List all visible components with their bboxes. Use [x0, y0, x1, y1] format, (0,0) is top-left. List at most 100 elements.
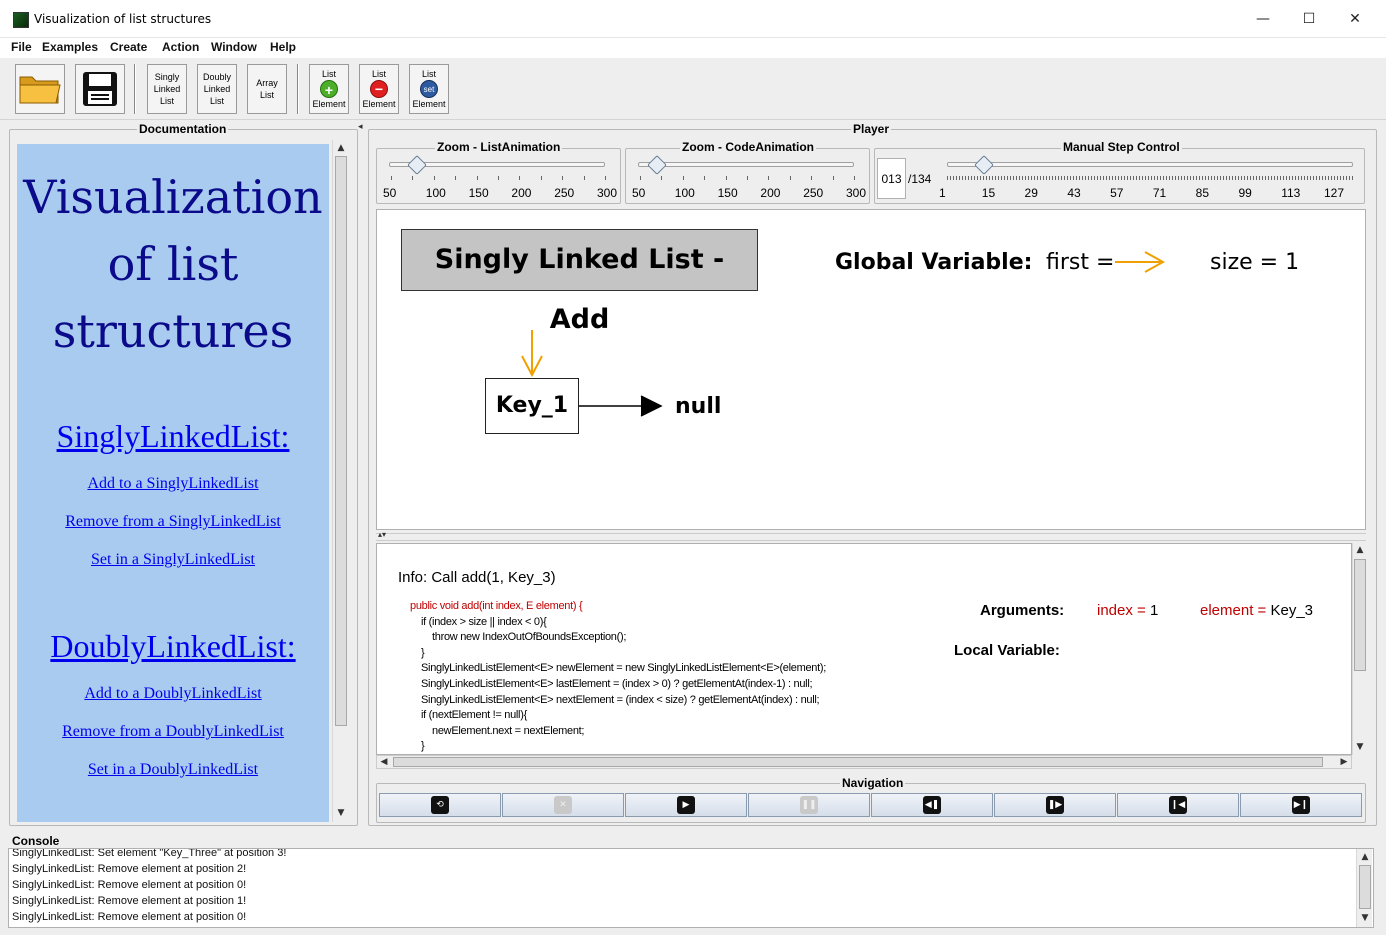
minimize-button[interactable]: — [1240, 4, 1286, 34]
slider-minor-tick [455, 176, 457, 180]
slider-tick-label: 200 [511, 186, 532, 200]
remove-element-button[interactable]: List − Element [359, 64, 399, 114]
scroll-thumb[interactable] [1354, 559, 1366, 671]
skip-start-button[interactable]: ❙◀ [1117, 793, 1239, 817]
scroll-up-icon[interactable]: ▲ [1358, 850, 1372, 864]
split-arrows-icon[interactable]: ▴▾ [378, 530, 386, 539]
singly-section-heading[interactable]: SinglyLinkedList: [17, 418, 329, 455]
app-icon [13, 12, 29, 28]
slider-minor-tick [1304, 176, 1305, 180]
console-scrollbar[interactable]: ▲ ▼ [1356, 849, 1372, 927]
doubly-linked-list-button[interactable]: Doubly Linked List [197, 64, 237, 114]
doubly-section-heading[interactable]: DoublyLinkedList: [17, 628, 329, 665]
menu-create[interactable]: Create [110, 40, 147, 54]
size-label: size = 1 [1210, 250, 1300, 275]
doc-scrollbar[interactable]: ▲ ▼ [332, 140, 348, 822]
slider-minor-tick [1118, 176, 1119, 180]
slider-minor-tick [1208, 176, 1209, 180]
code-line: if (nextElement != null){ [410, 709, 527, 722]
slider-minor-tick [1172, 176, 1173, 180]
remove-element-top-label: List [371, 69, 386, 79]
slider-minor-tick [1010, 176, 1011, 180]
arguments-label: Arguments: [980, 602, 1065, 619]
play-button[interactable]: ▶ [625, 793, 747, 817]
slider-minor-tick [1226, 176, 1227, 180]
slider-tick-label: 85 [1195, 186, 1210, 200]
code-line: if (index > size || index < 0){ [410, 615, 547, 628]
code-hscroll[interactable]: ◀ ▶ [376, 755, 1352, 769]
slider-minor-tick [1061, 176, 1062, 180]
menu-window[interactable]: Window [211, 40, 257, 54]
info-text: Info: Call add(1, Key_3) [398, 569, 556, 586]
slider-minor-tick [1121, 176, 1122, 180]
menu-help[interactable]: Help [270, 40, 296, 54]
arg-element-value: Key_3 [1270, 602, 1314, 619]
slider-minor-tick [498, 176, 499, 180]
argument-index: index = 1 [1097, 602, 1158, 619]
code-animation-canvas: Info: Call add(1, Key_3) public void add… [376, 543, 1352, 755]
slider-minor-tick [1124, 176, 1125, 180]
scroll-down-icon[interactable]: ▼ [1353, 740, 1367, 754]
slider-minor-tick [1037, 176, 1038, 180]
slider-minor-tick [1142, 176, 1143, 180]
open-button[interactable] [15, 64, 65, 114]
step-input[interactable]: 013 [877, 158, 906, 199]
scroll-left-icon[interactable]: ◀ [377, 755, 391, 769]
slider-minor-tick [1301, 176, 1302, 180]
slider-minor-tick [971, 176, 972, 180]
slider-minor-tick [989, 176, 990, 180]
scroll-thumb[interactable] [393, 757, 1323, 767]
slider-minor-tick [1307, 176, 1308, 180]
link-add-singly[interactable]: Add to a SinglyLinkedList [17, 475, 329, 493]
set-element-button[interactable]: List set Element [409, 64, 449, 114]
array-list-button[interactable]: Array List [247, 64, 287, 114]
scroll-thumb[interactable] [1359, 865, 1371, 909]
menu-examples[interactable]: Examples [42, 40, 98, 54]
slider-tick-label: 250 [803, 186, 824, 200]
link-remove-singly[interactable]: Remove from a SinglyLinkedList [17, 513, 329, 531]
code-vscroll[interactable]: ▲ ▼ [1352, 543, 1366, 755]
manual-step-track[interactable] [947, 162, 1353, 167]
step-back-button[interactable]: ◀❚ [871, 793, 993, 817]
slider-minor-tick [682, 176, 684, 180]
slider-minor-tick [1313, 176, 1314, 180]
slider-minor-tick [854, 176, 855, 180]
scroll-down-icon[interactable]: ▼ [1358, 911, 1372, 925]
menu-action[interactable]: Action [162, 40, 199, 54]
link-set-doubly[interactable]: Set in a DoublyLinkedList [17, 761, 329, 779]
link-set-singly[interactable]: Set in a SinglyLinkedList [17, 551, 329, 569]
pause-button[interactable]: ❚❚ [748, 793, 870, 817]
console-line: SinglyLinkedList: Set element "Key_Three… [12, 848, 287, 859]
restart-button[interactable]: ⟲ [379, 793, 501, 817]
scroll-up-icon[interactable]: ▲ [334, 141, 348, 155]
slider-minor-tick [1334, 176, 1335, 180]
add-element-button[interactable]: List + Element [309, 64, 349, 114]
slider-minor-tick [1109, 176, 1110, 180]
step-forward-button[interactable]: ❚▶ [994, 793, 1116, 817]
maximize-button[interactable]: ☐ [1286, 4, 1332, 34]
scroll-right-icon[interactable]: ▶ [1337, 755, 1351, 769]
skip-end-button[interactable]: ▶❙ [1240, 793, 1362, 817]
slider-minor-tick [1064, 176, 1065, 180]
singly-linked-list-button[interactable]: Singly Linked List [147, 64, 187, 114]
slider-minor-tick [1070, 176, 1071, 180]
link-add-doubly[interactable]: Add to a DoublyLinkedList [17, 685, 329, 703]
collapse-arrow-icon[interactable]: ◂ [358, 122, 363, 132]
slider-tick-label: 29 [1024, 186, 1038, 200]
doc-heading-line-3: structures [52, 304, 294, 358]
slider-minor-tick [1136, 176, 1137, 180]
save-button[interactable] [75, 64, 125, 114]
local-variable-label: Local Variable: [954, 642, 1060, 659]
slider-minor-tick [1130, 176, 1131, 180]
split-divider[interactable]: ▴▾ [376, 530, 1366, 541]
slider-minor-tick [1145, 176, 1146, 180]
scroll-up-icon[interactable]: ▲ [1353, 543, 1367, 557]
slider-tick-label: 99 [1238, 186, 1252, 200]
link-remove-doubly[interactable]: Remove from a DoublyLinkedList [17, 723, 329, 741]
menu-file[interactable]: File [11, 40, 32, 54]
close-button[interactable]: ✕ [1332, 4, 1378, 34]
scroll-down-icon[interactable]: ▼ [334, 806, 348, 820]
scroll-thumb[interactable] [335, 156, 347, 726]
stop-button[interactable]: ✕ [502, 793, 624, 817]
zoom-code-track[interactable] [638, 162, 854, 167]
